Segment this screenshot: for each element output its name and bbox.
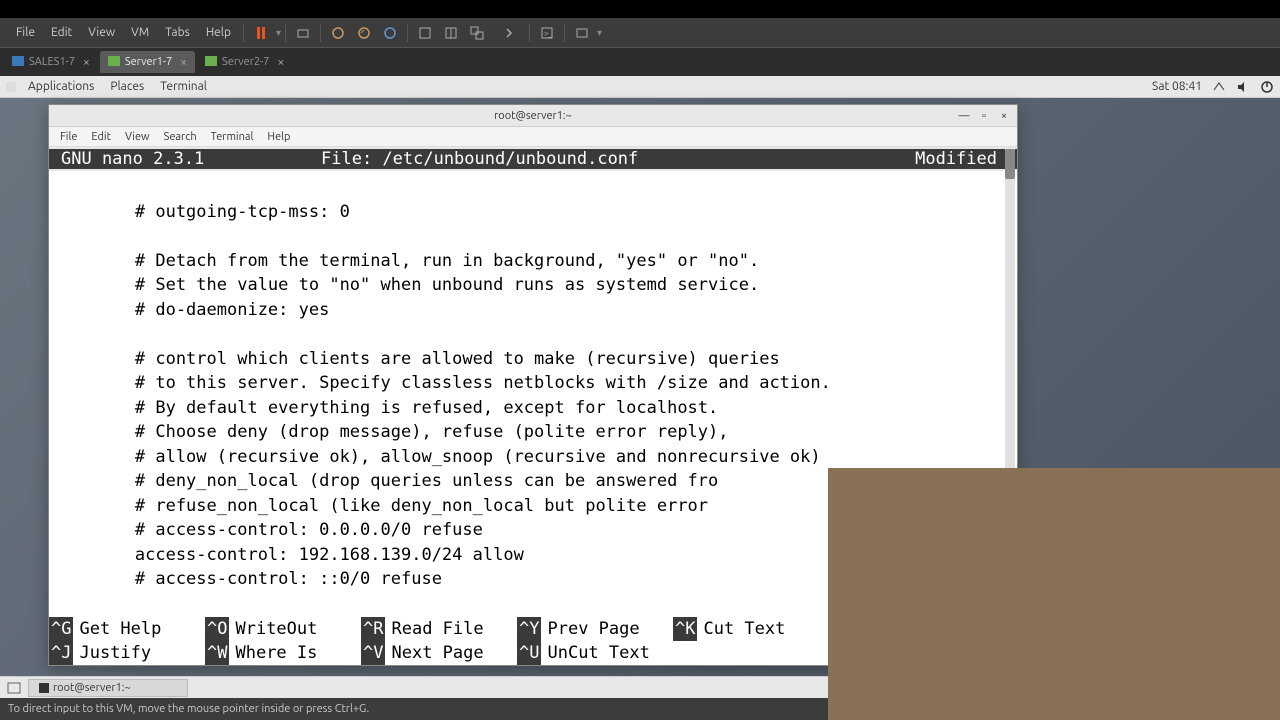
view-single-icon[interactable] xyxy=(415,23,435,43)
vm-icon xyxy=(108,56,120,68)
tab-server2-7[interactable]: Server2-7 × xyxy=(197,51,292,73)
nano-cmd: ^OWriteOut xyxy=(205,617,361,641)
close-icon[interactable]: × xyxy=(83,56,90,69)
webcam-overlay xyxy=(828,468,1280,720)
menu-help[interactable]: Help xyxy=(198,26,239,39)
dropdown-chevron-icon[interactable]: ▾ xyxy=(276,27,281,39)
close-icon[interactable]: × xyxy=(180,56,187,69)
close-icon[interactable]: × xyxy=(277,56,284,69)
nano-cmd: ^WWhere Is xyxy=(205,641,361,665)
scrollbar-thumb[interactable] xyxy=(1005,149,1015,179)
view-unity-icon[interactable] xyxy=(467,23,487,43)
network-icon[interactable] xyxy=(1212,80,1226,94)
gnome-panel: Applications Places Terminal Sat 08:41 xyxy=(0,76,1280,98)
menu-vm[interactable]: VM xyxy=(123,26,157,39)
nano-modified: Modified xyxy=(915,149,1005,169)
menu-file[interactable]: File xyxy=(8,26,43,39)
vm-titlebar xyxy=(0,0,1280,18)
fullscreen-icon[interactable]: >_ xyxy=(537,23,557,43)
tab-label: Server1-7 xyxy=(125,56,172,68)
dropdown-chevron-icon[interactable]: ▾ xyxy=(597,27,602,39)
manage-icon[interactable] xyxy=(380,23,400,43)
separator xyxy=(243,24,244,42)
vm-tabbar: SALES1-7 × Server1-7 × Server2-7 × xyxy=(0,48,1280,76)
show-desktop-icon[interactable] xyxy=(4,679,24,697)
nano-header: GNU nano 2.3.1 File: /etc/unbound/unboun… xyxy=(49,147,1017,171)
nano-cmd: ^VNext Page xyxy=(361,641,517,665)
close-button[interactable]: × xyxy=(995,108,1013,124)
applications-icon xyxy=(6,82,16,92)
menu-edit[interactable]: Edit xyxy=(43,26,80,39)
vm-icon xyxy=(12,56,24,68)
term-menu-view[interactable]: View xyxy=(118,131,157,143)
term-menu-help[interactable]: Help xyxy=(260,131,297,143)
taskbar-item[interactable]: root@server1:~ xyxy=(28,679,188,697)
menu-view[interactable]: View xyxy=(80,26,123,39)
status-text: To direct input to this VM, move the mou… xyxy=(8,703,369,715)
places-menu[interactable]: Places xyxy=(102,80,152,93)
nano-cmd: ^YPrev Page xyxy=(517,617,673,641)
maximize-button[interactable]: ▫ xyxy=(975,108,993,124)
applications-menu[interactable]: Applications xyxy=(20,80,102,93)
term-menu-file[interactable]: File xyxy=(53,131,84,143)
nano-version: GNU nano 2.3.1 xyxy=(61,149,321,169)
separator xyxy=(320,24,321,42)
power-icon[interactable] xyxy=(1260,80,1274,94)
separator xyxy=(529,24,530,42)
stretch-icon[interactable] xyxy=(572,23,592,43)
terminal-menu[interactable]: Terminal xyxy=(152,80,215,93)
nano-cmd: ^JJustify xyxy=(49,641,205,665)
tab-label: SALES1-7 xyxy=(29,56,75,68)
window-title: root@server1:~ xyxy=(494,110,572,122)
pause-icon[interactable] xyxy=(251,23,271,43)
separator xyxy=(285,24,286,42)
send-ctrlaltdel-icon[interactable] xyxy=(293,23,313,43)
nano-cmd: ^GGet Help xyxy=(49,617,205,641)
menu-tabs[interactable]: Tabs xyxy=(157,26,198,39)
vm-icon xyxy=(205,56,217,68)
volume-icon[interactable] xyxy=(1236,80,1250,94)
nano-cmd: ^UUnCut Text xyxy=(517,641,673,665)
tab-server1-7[interactable]: Server1-7 × xyxy=(100,51,195,73)
vmware-menubar: File Edit View VM Tabs Help ▾ >_ ▾ xyxy=(0,18,1280,48)
view-multi-icon[interactable] xyxy=(441,23,461,43)
tab-sales1-7[interactable]: SALES1-7 × xyxy=(4,51,98,73)
tab-label: Server2-7 xyxy=(222,56,269,68)
separator xyxy=(407,24,408,42)
taskbar-item-label: root@server1:~ xyxy=(53,682,131,694)
nano-filename: File: /etc/unbound/unbound.conf xyxy=(321,149,915,169)
terminal-icon xyxy=(39,683,49,693)
window-titlebar[interactable]: root@server1:~ — ▫ × xyxy=(49,105,1017,127)
term-menu-search[interactable]: Search xyxy=(157,131,204,143)
separator xyxy=(564,24,565,42)
term-menu-edit[interactable]: Edit xyxy=(84,131,118,143)
nano-cmd: ^RRead File xyxy=(361,617,517,641)
view-console-icon[interactable] xyxy=(502,23,522,43)
svg-text:>_: >_ xyxy=(544,29,553,38)
revert-icon[interactable] xyxy=(354,23,374,43)
term-menu-terminal[interactable]: Terminal xyxy=(204,131,261,143)
terminal-menubar: File Edit View Search Terminal Help xyxy=(49,127,1017,147)
clock[interactable]: Sat 08:41 xyxy=(1152,80,1202,93)
nano-cmd: ^KCut Text xyxy=(673,617,829,641)
snapshot-icon[interactable] xyxy=(328,23,348,43)
minimize-button[interactable]: — xyxy=(955,108,973,124)
